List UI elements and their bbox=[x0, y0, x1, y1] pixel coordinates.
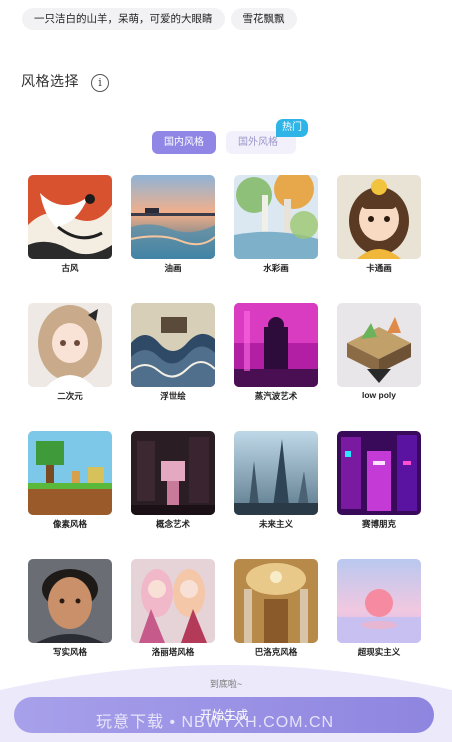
info-icon[interactable]: i bbox=[91, 74, 109, 92]
style-card-oil-painting[interactable]: 油画 bbox=[128, 175, 218, 274]
style-card-low-poly[interactable]: low poly bbox=[334, 303, 424, 400]
style-card-vaporwave[interactable]: 蒸汽波艺术 bbox=[231, 303, 321, 402]
style-label: 卡通画 bbox=[366, 263, 392, 273]
hot-badge: 热门 bbox=[276, 119, 308, 137]
style-thumbnail bbox=[131, 559, 215, 643]
style-thumbnail bbox=[28, 559, 112, 643]
style-card-surrealism[interactable]: 超现实主义 bbox=[334, 559, 424, 658]
style-card-futurism[interactable]: 未来主义 bbox=[231, 431, 321, 530]
style-thumbnail bbox=[234, 303, 318, 387]
section-title: 风格选择 bbox=[21, 73, 79, 89]
style-label: 二次元 bbox=[57, 391, 83, 401]
style-tabs: 国内风格 国外风格 热门 bbox=[152, 119, 308, 154]
style-thumbnail bbox=[337, 431, 421, 515]
style-card-ukiyoe[interactable]: 浮世绘 bbox=[128, 303, 218, 402]
style-thumbnail bbox=[234, 431, 318, 515]
style-thumbnail bbox=[28, 303, 112, 387]
watermark: 玩意下载 • NBWYXH.COM.CN bbox=[96, 714, 335, 731]
style-thumbnail bbox=[337, 303, 421, 387]
prompt-suggestions: 一只洁白的山羊，呆萌，可爱的大眼睛 雪花飘飘 bbox=[22, 8, 297, 30]
style-thumbnail bbox=[131, 303, 215, 387]
tab-domestic-style[interactable]: 国内风格 bbox=[152, 131, 216, 154]
style-thumbnail bbox=[234, 559, 318, 643]
style-thumbnail bbox=[337, 559, 421, 643]
style-card-cartoon[interactable]: 卡通画 bbox=[334, 175, 424, 274]
prompt-chip[interactable]: 雪花飘飘 bbox=[230, 8, 297, 30]
section-header: 风格选择 i bbox=[21, 70, 109, 92]
style-label: 概念艺术 bbox=[155, 519, 190, 529]
end-of-list-text: 到底啦~ bbox=[209, 679, 243, 689]
prompt-chip[interactable]: 一只洁白的山羊，呆萌，可爱的大眼睛 bbox=[22, 8, 225, 30]
style-label: 古风 bbox=[61, 263, 79, 273]
style-thumbnail bbox=[28, 175, 112, 259]
style-card-cyberpunk[interactable]: 赛博朋克 bbox=[334, 431, 424, 530]
style-label: 赛博朋克 bbox=[361, 519, 396, 529]
style-label: 像素风格 bbox=[52, 519, 87, 529]
style-thumbnail bbox=[28, 431, 112, 515]
style-card-baroque[interactable]: 巴洛克风格 bbox=[231, 559, 321, 658]
style-thumbnail bbox=[131, 175, 215, 259]
style-card-gufeng[interactable]: 古风 bbox=[25, 175, 115, 274]
style-label: low poly bbox=[362, 390, 396, 400]
style-label: 油画 bbox=[164, 263, 182, 273]
style-label: 未来主义 bbox=[258, 519, 293, 529]
style-thumbnail bbox=[131, 431, 215, 515]
style-label: 浮世绘 bbox=[160, 391, 186, 401]
style-card-watercolor[interactable]: 水彩画 bbox=[231, 175, 321, 274]
style-card-concept-art[interactable]: 概念艺术 bbox=[128, 431, 218, 530]
style-card-anime[interactable]: 二次元 bbox=[25, 303, 115, 402]
style-thumbnail bbox=[337, 175, 421, 259]
style-thumbnail bbox=[234, 175, 318, 259]
tab-foreign-style[interactable]: 国外风格 热门 bbox=[226, 119, 308, 154]
style-card-realistic[interactable]: 写实风格 bbox=[25, 559, 115, 658]
style-card-lolita[interactable]: 洛丽塔风格 bbox=[128, 559, 218, 658]
style-card-pixel[interactable]: 像素风格 bbox=[25, 431, 115, 530]
tab-label: 国外风格 bbox=[238, 137, 278, 148]
style-label: 水彩画 bbox=[263, 263, 289, 273]
style-label: 蒸汽波艺术 bbox=[254, 391, 298, 401]
